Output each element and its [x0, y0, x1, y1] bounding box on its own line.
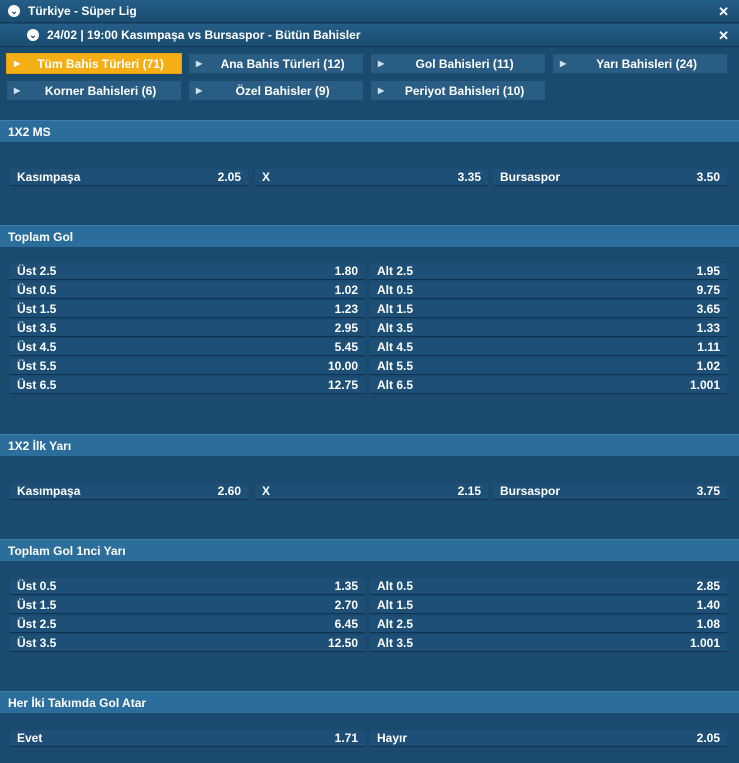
league-title: Türkiye - Süper Lig	[28, 4, 137, 18]
odd-button-alt[interactable]: Alt 1.5 1.40	[370, 597, 727, 614]
match-header[interactable]: ⌄ 24/02 | 19:00 Kasımpaşa vs Bursaspor -…	[0, 24, 739, 47]
odd-button-iy-away[interactable]: Bursaspor 3.75	[493, 483, 727, 500]
odd-button-alt[interactable]: Alt 2.5 1.95	[370, 263, 727, 280]
odd-button-ust[interactable]: Üst 1.5 2.70	[10, 597, 365, 614]
odd-button-ust[interactable]: Üst 1.5 1.23	[10, 301, 365, 318]
tab-korner-bahisleri[interactable]: ▶ Korner Bahisleri (6)	[6, 80, 182, 101]
match-title: 24/02 | 19:00 Kasımpaşa vs Bursaspor - B…	[47, 28, 361, 42]
odd-button-ust[interactable]: Üst 2.5 6.45	[10, 616, 365, 633]
odd-button-ust[interactable]: Üst 5.5 10.00	[10, 358, 365, 375]
close-icon[interactable]: ✕	[718, 4, 729, 20]
odd-button-alt[interactable]: Alt 0.5 9.75	[370, 282, 727, 299]
tab-gol-bahisleri[interactable]: ▶ Gol Bahisleri (11)	[370, 53, 546, 74]
tab-ozel-bahisler[interactable]: ▶ Özel Bahisler (9)	[188, 80, 364, 101]
section-header-1x2-ms[interactable]: 1X2 MS	[0, 120, 739, 142]
odd-button-alt[interactable]: Alt 1.5 3.65	[370, 301, 727, 318]
odd-button-alt[interactable]: Alt 3.5 1.001	[370, 635, 727, 652]
league-header[interactable]: ⌄ Türkiye - Süper Lig ✕	[0, 0, 739, 23]
odd-button-ms-away[interactable]: Bursaspor 3.50	[493, 169, 727, 186]
close-icon[interactable]: ✕	[718, 28, 729, 44]
tab-ana-bahis[interactable]: ▶ Ana Bahis Türleri (12)	[188, 53, 364, 74]
tab-tum-bahis[interactable]: ▶ Tüm Bahis Türleri (71)	[6, 53, 182, 74]
section-header-toplam-gol[interactable]: Toplam Gol	[0, 225, 739, 247]
odd-button-alt[interactable]: Alt 0.5 2.85	[370, 578, 727, 595]
odd-button-alt[interactable]: Alt 2.5 1.08	[370, 616, 727, 633]
odd-button-ust[interactable]: Üst 0.5 1.35	[10, 578, 365, 595]
tab-periyot-bahisleri[interactable]: ▶ Periyot Bahisleri (10)	[370, 80, 546, 101]
odd-button-alt[interactable]: Alt 4.5 1.11	[370, 339, 727, 356]
odd-button-ms-home[interactable]: Kasımpaşa 2.05	[10, 169, 248, 186]
section-header-toplam-gol-1nci-yari[interactable]: Toplam Gol 1nci Yarı	[0, 539, 739, 561]
chevron-down-icon[interactable]: ⌄	[8, 5, 20, 17]
odd-button-iy-draw[interactable]: X 2.15	[255, 483, 488, 500]
section-header-kg[interactable]: Her İki Takımda Gol Atar	[0, 691, 739, 713]
odd-button-ust[interactable]: Üst 3.5 2.95	[10, 320, 365, 337]
tab-yari-bahisleri[interactable]: ▶ Yarı Bahisleri (24)	[552, 53, 728, 74]
odd-button-kg-evet[interactable]: Evet 1.71	[10, 730, 365, 747]
odd-button-ms-draw[interactable]: X 3.35	[255, 169, 488, 186]
odd-button-ust[interactable]: Üst 3.5 12.50	[10, 635, 365, 652]
chevron-down-icon[interactable]: ⌄	[27, 29, 39, 41]
odd-button-ust[interactable]: Üst 2.5 1.80	[10, 263, 365, 280]
odd-button-iy-home[interactable]: Kasımpaşa 2.60	[10, 483, 248, 500]
odd-button-alt[interactable]: Alt 5.5 1.02	[370, 358, 727, 375]
odd-button-ust[interactable]: Üst 0.5 1.02	[10, 282, 365, 299]
section-header-1x2-ilk-yari[interactable]: 1X2 İlk Yarı	[0, 434, 739, 456]
odd-button-ust[interactable]: Üst 4.5 5.45	[10, 339, 365, 356]
odd-button-kg-hayir[interactable]: Hayır 2.05	[370, 730, 727, 747]
odd-button-alt[interactable]: Alt 6.5 1.001	[370, 377, 727, 394]
odd-button-alt[interactable]: Alt 3.5 1.33	[370, 320, 727, 337]
odd-button-ust[interactable]: Üst 6.5 12.75	[10, 377, 365, 394]
